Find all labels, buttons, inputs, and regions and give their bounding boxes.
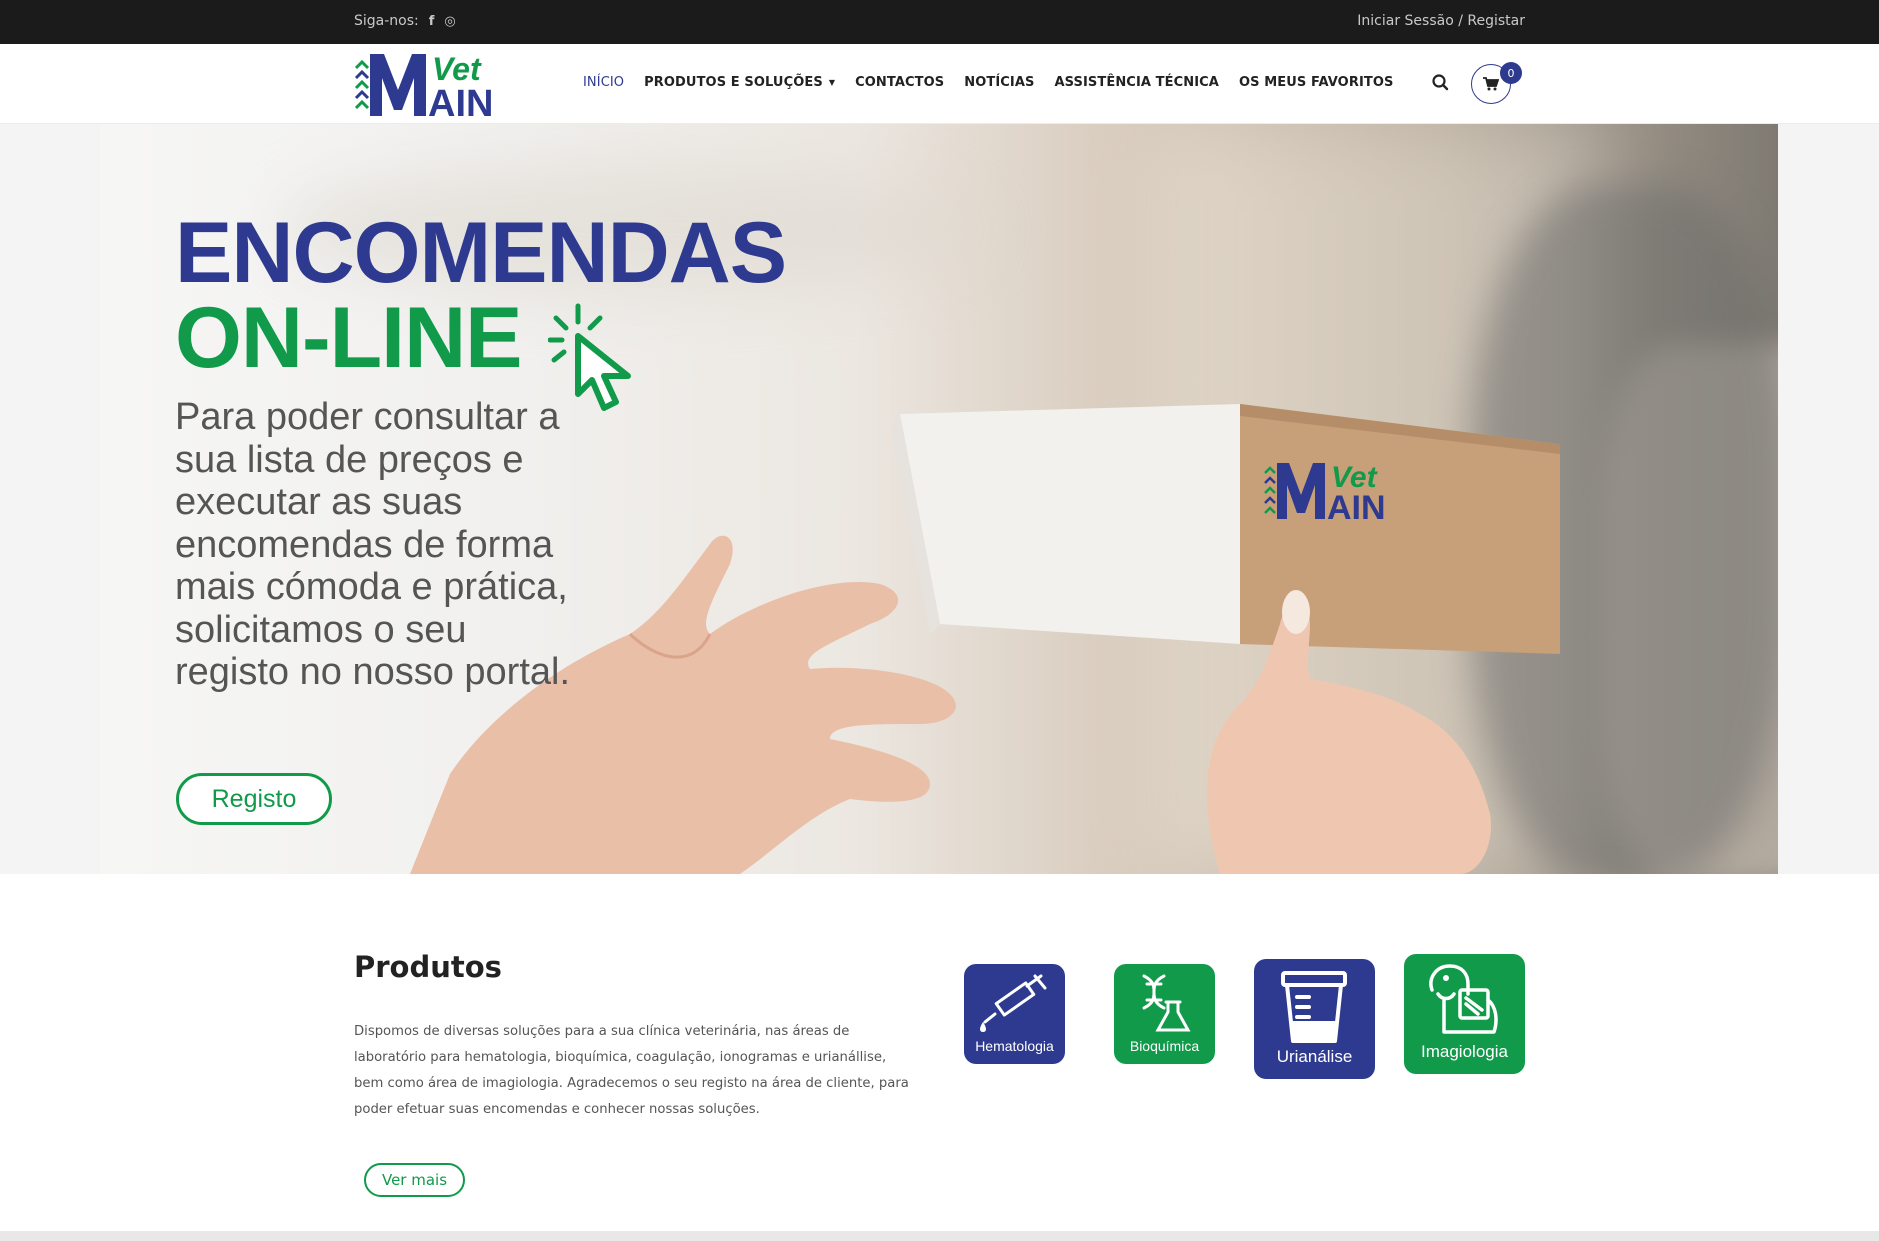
hero-margin-left bbox=[0, 124, 100, 874]
caret-down-icon: ▼ bbox=[828, 78, 836, 87]
social-follow: Siga-nos: f ◎ bbox=[354, 13, 456, 29]
tile-label-bioquimica: Bioquímica bbox=[1129, 1038, 1200, 1054]
hero-margin-right bbox=[1778, 124, 1879, 874]
instagram-icon[interactable]: ◎ bbox=[444, 14, 455, 29]
produtos-title: Produtos bbox=[354, 950, 502, 984]
registo-button[interactable]: Registo bbox=[176, 773, 332, 825]
hero-slider: Vet AIN ENCOMENDAS ON-LINE Para poder co… bbox=[100, 124, 1778, 874]
nav-favoritos[interactable]: OS MEUS FAVORITOS bbox=[1239, 75, 1393, 90]
giving-hand-image bbox=[1206, 590, 1491, 874]
top-bar: Siga-nos: f ◎ Iniciar Sessão / Registar bbox=[0, 0, 1879, 44]
tile-bioquimica[interactable]: Bioquímica bbox=[1114, 964, 1215, 1064]
main-nav: INÍCIO PRODUTOS E SOLUÇÕES ▼ CONTACTOS NO… bbox=[583, 75, 1413, 90]
tile-imagiologia[interactable]: Imagiologia bbox=[1404, 954, 1525, 1074]
syringe-icon bbox=[980, 974, 1047, 1032]
nav-noticias[interactable]: NOTÍCIAS bbox=[964, 75, 1034, 90]
urine-cup-icon bbox=[1281, 971, 1347, 1043]
svg-text:AIN: AIN bbox=[1327, 489, 1386, 527]
login-register-link[interactable]: Iniciar Sessão / Registar bbox=[1357, 13, 1525, 29]
vetmain-logo[interactable]: Vet AIN bbox=[354, 50, 506, 118]
search-icon[interactable] bbox=[1430, 72, 1452, 94]
footer-strip bbox=[0, 1231, 1879, 1241]
facebook-icon[interactable]: f bbox=[429, 14, 435, 29]
nav-assistencia-tecnica[interactable]: ASSISTÊNCIA TÉCNICA bbox=[1054, 75, 1219, 90]
follow-label: Siga-nos: bbox=[354, 13, 419, 29]
tile-label-urianalise: Urianálise bbox=[1276, 1047, 1353, 1066]
dog-xray-icon bbox=[1429, 964, 1498, 1034]
tile-hematologia[interactable]: Hematologia bbox=[964, 964, 1065, 1064]
svg-text:AIN: AIN bbox=[428, 83, 493, 118]
nav-produtos-label: PRODUTOS E SOLUÇÕES bbox=[644, 75, 823, 90]
hero-title-line2: ON-LINE bbox=[175, 290, 523, 386]
tile-urianalise[interactable]: Urianálise bbox=[1254, 959, 1375, 1079]
tile-label-hematologia: Hematologia bbox=[975, 1038, 1054, 1054]
nav-inicio[interactable]: INÍCIO bbox=[583, 75, 624, 90]
cart-count-badge: 0 bbox=[1500, 62, 1522, 84]
main-header: Vet AIN INÍCIO PRODUTOS E SOLUÇÕES ▼ CONT… bbox=[0, 44, 1879, 124]
svg-text:Vet: Vet bbox=[432, 51, 482, 87]
logo-chevrons-icon bbox=[354, 59, 370, 110]
cart-icon bbox=[1483, 77, 1499, 91]
ver-mais-button[interactable]: Ver mais bbox=[364, 1163, 465, 1197]
nav-produtos-solucoes[interactable]: PRODUTOS E SOLUÇÕES ▼ bbox=[644, 75, 835, 90]
hero-description: Para poder consultar a sua lista de preç… bbox=[175, 396, 571, 693]
produtos-description: Dispomos de diversas soluções para a sua… bbox=[354, 1024, 909, 1117]
tile-label-imagiologia: Imagiologia bbox=[1421, 1042, 1508, 1061]
nav-contactos[interactable]: CONTACTOS bbox=[855, 75, 944, 90]
dna-flask-icon bbox=[1142, 974, 1191, 1032]
